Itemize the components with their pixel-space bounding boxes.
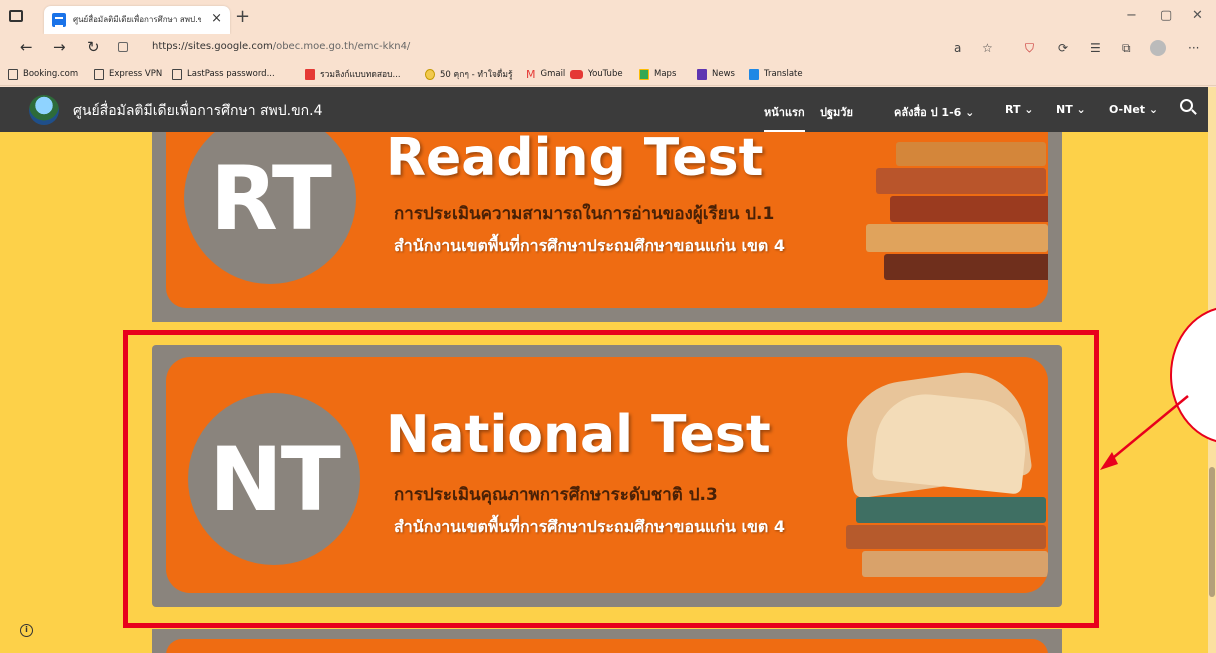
- site-favicon-icon: [52, 13, 66, 27]
- rt-subtitle-1: การประเมินความสามารถในการอ่านของผู้เรียน…: [394, 204, 775, 224]
- nav-rt[interactable]: RT ⌄: [1005, 103, 1034, 116]
- url-text: https://sites.google.com/obec.moe.go.th/…: [152, 41, 411, 52]
- coin-icon: [425, 68, 435, 80]
- new-tab-button[interactable]: +: [235, 6, 250, 27]
- browser-tab[interactable]: ศูนย์สื่อมัลติมีเดียเพื่อการศึกษา สพป.ข …: [44, 6, 230, 34]
- nav-home[interactable]: หน้าแรก: [764, 103, 805, 133]
- page-icon: [94, 68, 104, 80]
- read-aloud-icon[interactable]: a: [954, 41, 961, 55]
- nav-nt[interactable]: NT ⌄: [1056, 103, 1086, 116]
- forward-icon[interactable]: →: [53, 38, 66, 56]
- tab-close-icon[interactable]: ×: [211, 11, 222, 26]
- nav-onet[interactable]: O-Net ⌄: [1109, 103, 1158, 116]
- tab-title: ศูนย์สื่อมัลติมีเดียเพื่อการศึกษา สพป.ข: [73, 15, 201, 24]
- minimize-icon[interactable]: −: [1126, 8, 1137, 23]
- refresh-icon[interactable]: ↻: [87, 38, 100, 56]
- search-icon[interactable]: [1180, 99, 1193, 112]
- site-header: ศูนย์สื่อมัลติมีเดียเพื่อการศึกษา สพป.ขก…: [0, 87, 1208, 133]
- shield-icon[interactable]: ⛉: [1025, 41, 1034, 56]
- bookmark-lastpass[interactable]: LastPass password...: [172, 67, 275, 81]
- bookmark-news[interactable]: News: [697, 67, 735, 81]
- rt-banner[interactable]: RT Reading Test การประเมินความสามารถในกา…: [152, 132, 1062, 322]
- maximize-icon[interactable]: ▢: [1160, 8, 1172, 23]
- address-bar[interactable]: https://sites.google.com/obec.moe.go.th/…: [112, 36, 942, 60]
- rt-banner-inner: RT Reading Test การประเมินความสามารถในกา…: [166, 132, 1048, 308]
- more-icon[interactable]: ···: [1188, 41, 1199, 55]
- tab-bar: ศูนย์สื่อมัลติมีเดียเพื่อการศึกษา สพป.ข …: [0, 0, 1216, 34]
- back-icon[interactable]: ←: [20, 38, 33, 56]
- bookmark-test-links[interactable]: รวมลิงก์แบบทดสอบ...: [305, 67, 401, 81]
- site-logo[interactable]: [29, 95, 59, 125]
- navigation-bar: ← → ↻ https://sites.google.com/obec.moe.…: [0, 34, 1216, 62]
- profile-avatar[interactable]: [1150, 40, 1166, 56]
- calendar-icon: [305, 68, 315, 80]
- bookmark-50-kuk[interactable]: 50 คุกๆ - ทำใจดื่มรู้: [425, 67, 513, 81]
- books-stack-image: [856, 132, 1048, 308]
- rt-circle: RT: [184, 132, 356, 284]
- info-icon[interactable]: i: [20, 624, 33, 637]
- next-banner-inner: [166, 639, 1048, 653]
- highlight-box: [123, 330, 1099, 628]
- bookmark-translate[interactable]: Translate: [749, 67, 803, 81]
- screenshot-frame: ศูนย์สื่อมัลติมีเดียเพื่อการศึกษา สพป.ข …: [0, 0, 1216, 653]
- rt-subtitle-2: สำนักงานเขตพื้นที่การศึกษาประถมศึกษาขอนแ…: [394, 236, 786, 255]
- extension-icon[interactable]: ⟳: [1058, 41, 1068, 55]
- collections-icon[interactable]: ☰: [1090, 41, 1101, 55]
- rt-title: Reading Test: [386, 132, 764, 188]
- bookmark-booking[interactable]: Booking.com: [8, 67, 78, 81]
- next-banner[interactable]: [152, 629, 1062, 653]
- tab-actions-icon[interactable]: [9, 10, 23, 22]
- nav-media-library[interactable]: คลังสื่อ ป 1-6 ⌄: [894, 103, 974, 121]
- maps-icon: [639, 68, 649, 80]
- favorite-icon[interactable]: ☆: [982, 41, 993, 55]
- lock-icon: [118, 42, 128, 52]
- scrollbar-thumb[interactable]: [1209, 467, 1215, 597]
- page-icon: [8, 68, 18, 80]
- bookmarks-bar: Booking.com Express VPN LastPass passwor…: [0, 62, 1216, 86]
- bookmark-maps[interactable]: Maps: [639, 67, 676, 81]
- rt-abbr: RT: [210, 146, 332, 250]
- bookmark-youtube[interactable]: YouTube: [570, 67, 623, 81]
- page-icon: [172, 68, 182, 80]
- news-icon: [697, 68, 707, 80]
- translate-icon: [749, 68, 759, 80]
- bookmark-gmail[interactable]: M Gmail: [526, 67, 565, 81]
- bookmark-express-vpn[interactable]: Express VPN: [94, 67, 162, 81]
- site-title[interactable]: ศูนย์สื่อมัลติมีเดียเพื่อการศึกษา สพป.ขก…: [73, 100, 323, 122]
- youtube-icon: [570, 69, 583, 79]
- close-window-icon[interactable]: ✕: [1192, 8, 1203, 23]
- collections-tab-icon[interactable]: ⧉: [1122, 41, 1131, 56]
- gmail-icon: M: [526, 67, 536, 81]
- nav-preschool[interactable]: ปฐมวัย: [820, 103, 853, 121]
